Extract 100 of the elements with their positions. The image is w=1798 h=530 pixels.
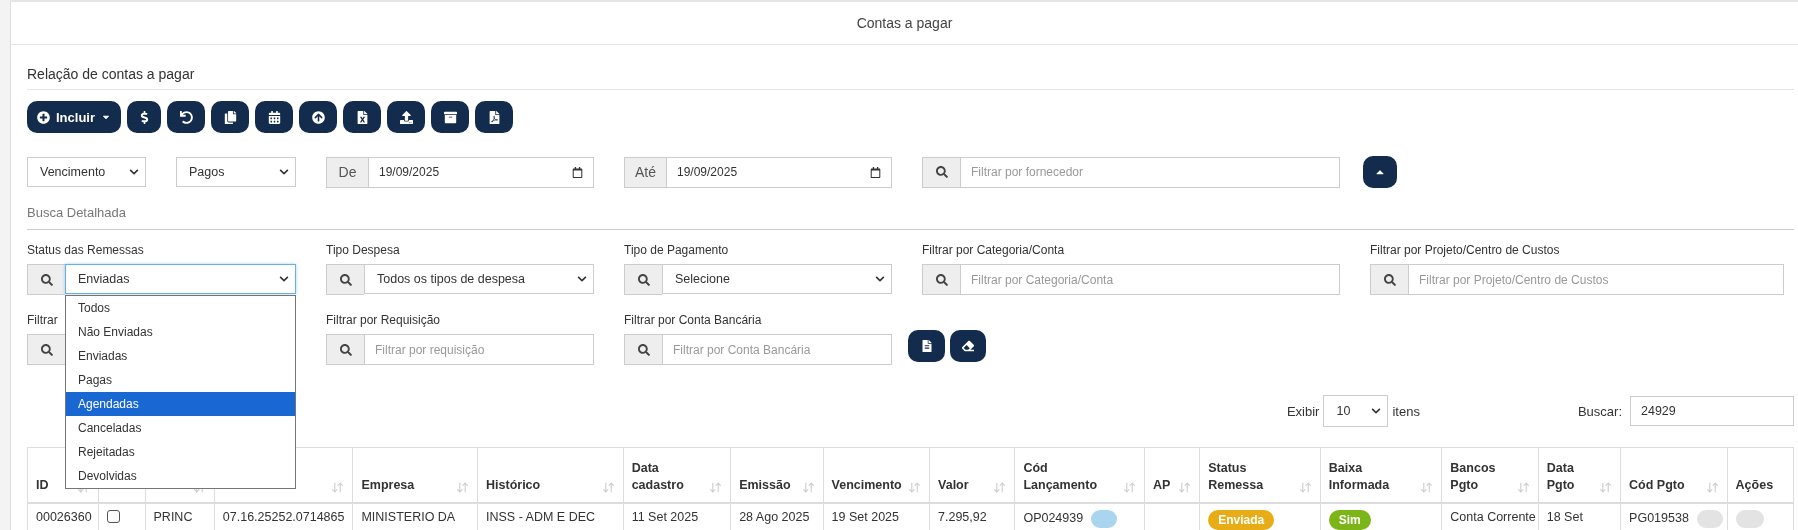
filter-label: Filtrar por Requisição bbox=[326, 313, 442, 327]
eraser-icon bbox=[962, 340, 974, 352]
table-cell: MINISTERIO DA bbox=[361, 509, 456, 524]
status-badge: Enviada bbox=[1208, 509, 1275, 530]
column-header: Cód Pgto bbox=[1629, 476, 1685, 494]
page-size-select[interactable]: 10 bbox=[1323, 395, 1389, 427]
copy-icon bbox=[223, 110, 237, 124]
page-title: Contas a pagar bbox=[856, 15, 953, 31]
table-cell: PRINC bbox=[153, 509, 193, 524]
date-field[interactable]: 19/09/2025 bbox=[368, 156, 594, 188]
filter-input[interactable]: Filtrar por Projeto/Centro de Custos bbox=[1408, 264, 1784, 295]
filter-input[interactable]: Filtrar por Categoria/Conta bbox=[960, 264, 1340, 295]
column-header: Emissão bbox=[739, 476, 791, 494]
table-cell: 19 Set 2025 bbox=[831, 509, 899, 524]
detail-search-title: Busca Detalhada bbox=[27, 205, 126, 220]
filter-input[interactable]: Filtrar por Conta Bancária bbox=[662, 334, 892, 365]
undo-button[interactable] bbox=[167, 101, 205, 133]
status-badge: Sim bbox=[1328, 509, 1371, 530]
column-header: Histórico bbox=[486, 476, 541, 494]
column-header: Bancos Pgto bbox=[1450, 459, 1496, 494]
column-header: AP bbox=[1153, 476, 1171, 494]
search-icon bbox=[339, 273, 352, 286]
table-cell: PG019538 bbox=[1629, 510, 1689, 525]
select-field[interactable]: Selecione bbox=[662, 264, 892, 294]
chevron-down-icon bbox=[129, 167, 139, 177]
search-icon bbox=[637, 273, 650, 286]
filter-label: Status das Remessas bbox=[27, 243, 145, 257]
spreadsheet-file-icon bbox=[355, 110, 369, 124]
filter-label: Tipo de Pagamento bbox=[624, 243, 730, 257]
to-addon: Até bbox=[624, 156, 666, 188]
show-label: Exibir bbox=[1286, 403, 1320, 419]
items-label: itens bbox=[1392, 403, 1420, 419]
filter-label: Filtrar bbox=[27, 313, 59, 327]
chevron-down-icon bbox=[1371, 406, 1382, 416]
column-header: Baixa Informada bbox=[1328, 459, 1390, 494]
search-icon bbox=[339, 343, 352, 356]
date-field[interactable]: 19/09/2025 bbox=[666, 156, 892, 188]
calendar-icon bbox=[870, 166, 881, 178]
dollar-button[interactable] bbox=[127, 101, 161, 133]
filter-input[interactable]: Filtrar por requisição bbox=[364, 334, 594, 365]
table-cell: 28 Ago 2025 bbox=[739, 509, 810, 524]
filter-label: Tipo Despesa bbox=[326, 243, 401, 257]
report-button[interactable] bbox=[908, 330, 945, 362]
table-cell: Conta Corrente bbox=[1450, 509, 1536, 524]
search-icon bbox=[40, 343, 53, 356]
supplier-input[interactable]: Filtrar por fornecedor bbox=[960, 156, 1340, 188]
select-field[interactable]: Todos os tipos de despesa bbox=[364, 264, 594, 294]
column-header: Vencimento bbox=[831, 476, 902, 494]
eraser-button[interactable] bbox=[950, 330, 986, 362]
search-icon bbox=[637, 343, 650, 356]
column-header: Status Remessa bbox=[1208, 459, 1264, 494]
column-header: Cód Lançamento bbox=[1023, 459, 1098, 494]
archive-box-button[interactable] bbox=[431, 101, 469, 133]
column-header: Ações bbox=[1735, 476, 1774, 494]
payment-status-select[interactable]: Pagos bbox=[176, 157, 296, 187]
calendar-icon bbox=[267, 110, 281, 124]
dropdown-option[interactable]: Agendadas bbox=[66, 392, 295, 416]
table-cell: OP024939 bbox=[1023, 510, 1084, 525]
filter-label: Filtrar por Projeto/Centro de Custos bbox=[1370, 243, 1561, 257]
document-icon bbox=[920, 340, 933, 352]
chevron-down-icon bbox=[577, 274, 587, 284]
table-cell: 00026360 bbox=[36, 509, 92, 524]
search-label: Buscar: bbox=[1577, 403, 1622, 419]
pdf-file-icon bbox=[487, 110, 501, 124]
chevron-down-icon bbox=[279, 167, 289, 177]
filter-label: Filtrar por Categoria/Conta bbox=[922, 243, 1066, 257]
upload-icon bbox=[399, 110, 413, 124]
column-header: Valor bbox=[938, 476, 969, 494]
collapse-button[interactable] bbox=[1363, 156, 1397, 188]
spreadsheet-file-button[interactable] bbox=[343, 101, 381, 133]
column-header: Empresa bbox=[361, 476, 415, 494]
undo-icon bbox=[179, 110, 193, 124]
table-cell: 18 Set bbox=[1546, 509, 1583, 524]
chevron-down-icon bbox=[279, 274, 289, 284]
search-icon bbox=[40, 273, 53, 286]
column-header: ID bbox=[36, 476, 49, 494]
search-icon bbox=[935, 166, 948, 178]
section-title: Relação de contas a pagar bbox=[27, 66, 195, 82]
table-cell: 7.295,92 bbox=[938, 509, 987, 524]
search-icon bbox=[935, 273, 948, 286]
upload-button[interactable] bbox=[387, 101, 425, 133]
row-checkbox[interactable] bbox=[107, 509, 121, 523]
from-addon: De bbox=[326, 156, 368, 188]
select-field[interactable]: Enviadas bbox=[65, 264, 296, 294]
table-cell: 11 Set 2025 bbox=[631, 509, 699, 524]
copy-button[interactable] bbox=[211, 101, 249, 133]
include-button[interactable]: Incluir bbox=[27, 101, 121, 133]
pdf-file-button[interactable] bbox=[475, 101, 513, 133]
column-header: Data cadastro bbox=[631, 459, 684, 494]
archive-box-icon bbox=[443, 110, 457, 124]
date-type-select[interactable]: Vencimento bbox=[27, 157, 146, 187]
calendar-icon bbox=[572, 166, 583, 178]
search-icon bbox=[1383, 273, 1396, 286]
table-cell: INSS - ADM E DEC bbox=[486, 509, 596, 524]
filter-label: Filtrar por Conta Bancária bbox=[624, 313, 763, 327]
column-header: Data Pgto bbox=[1546, 459, 1575, 494]
search-input[interactable]: 24929 bbox=[1630, 396, 1794, 426]
arrow-up-circle-button[interactable] bbox=[299, 101, 337, 133]
chevron-down-icon bbox=[875, 274, 885, 284]
calendar-button[interactable] bbox=[255, 101, 293, 133]
